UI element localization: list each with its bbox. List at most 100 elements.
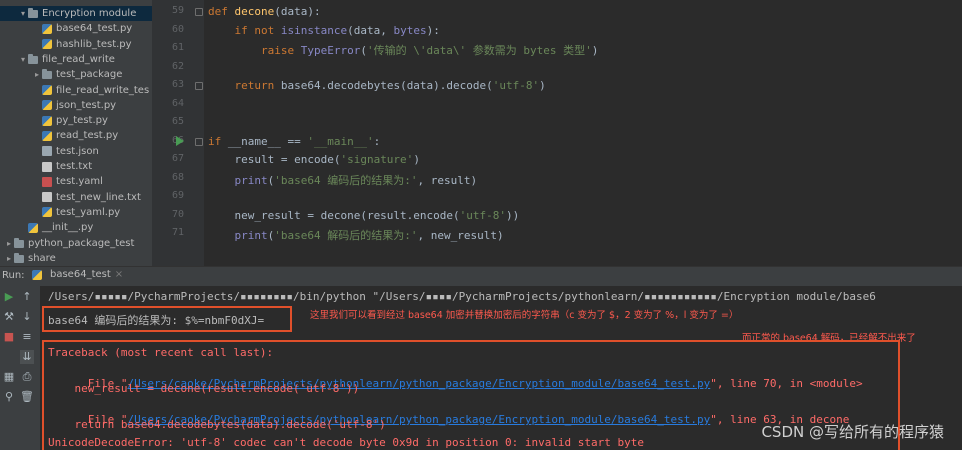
- tree-item[interactable]: __init__.py: [0, 220, 152, 235]
- code-token: raise: [208, 44, 301, 57]
- soft-wrap-icon[interactable]: ≡: [20, 330, 34, 344]
- run-tab-label: base64_test: [50, 269, 111, 280]
- tree-item-label: share: [28, 252, 56, 264]
- chevron-icon[interactable]: ▸: [4, 236, 14, 251]
- line-number: 62: [171, 60, 184, 72]
- up-arrow-icon[interactable]: ↑: [20, 290, 34, 304]
- console-encoded-result: base64 编码后的结果为: $%=nbmF0dXJ=: [48, 314, 265, 327]
- tree-item-label: hashlib_test.py: [56, 38, 132, 50]
- code-token: bytes: [393, 23, 427, 37]
- tree-item-label: file_read_write: [42, 53, 115, 65]
- text-file-icon: [42, 192, 52, 203]
- fold-marker-icon[interactable]: [195, 8, 203, 16]
- code-token: 'base64 解码后的结果为:': [274, 229, 418, 242]
- chevron-icon[interactable]: ▾: [18, 6, 28, 21]
- chevron-icon[interactable]: ▸: [4, 251, 14, 266]
- tree-item-label: test.json: [56, 145, 99, 157]
- line-number: 59: [171, 5, 184, 16]
- tree-item[interactable]: test_new_line.txt: [0, 190, 152, 205]
- code-token: (: [360, 44, 367, 57]
- code-line: return base64.decodebytes(data).decode('…: [208, 79, 546, 92]
- tree-item[interactable]: test_yaml.py: [0, 205, 152, 220]
- tree-item[interactable]: file_read_write_tes: [0, 83, 152, 98]
- code-token: def: [208, 5, 235, 18]
- watermark: CSDN @写给所有的程序猿: [761, 423, 944, 441]
- tree-item[interactable]: read_test.py: [0, 128, 152, 143]
- print-icon[interactable]: ⎙: [20, 370, 34, 384]
- code-token: result = encode(: [208, 153, 341, 166]
- close-icon[interactable]: ×: [115, 269, 123, 280]
- tree-item[interactable]: test.txt: [0, 159, 152, 174]
- folder-icon: [28, 8, 38, 18]
- rerun-icon[interactable]: ▶: [2, 290, 16, 304]
- tree-item[interactable]: ▸ share: [0, 251, 152, 266]
- tree-item[interactable]: base64_test.py: [0, 21, 152, 36]
- traceback-header: Traceback (most recent call last):: [48, 346, 274, 359]
- code-token: :: [373, 134, 381, 148]
- code-line: if __name__ == '__main__':: [208, 135, 380, 148]
- pin-icon[interactable]: ⚲: [2, 390, 16, 404]
- code-token: ): [539, 79, 546, 92]
- python-file-icon: [42, 207, 52, 218]
- code-token: 'utf-8': [459, 208, 507, 222]
- code-token: (data,: [347, 23, 394, 37]
- code-token: 'base64 编码后的结果为:': [274, 173, 418, 187]
- fold-marker-icon[interactable]: [195, 82, 203, 90]
- tree-item[interactable]: hashlib_test.py: [0, 37, 152, 52]
- code-line: new_result = decone(result.encode('utf-8…: [208, 209, 519, 222]
- tree-item[interactable]: json_test.py: [0, 98, 152, 113]
- run-label: Run:: [2, 270, 25, 281]
- code-token: new_result = decone(result.encode(: [208, 208, 460, 222]
- python-file-icon: [42, 39, 52, 50]
- run-tab[interactable]: base64_test ×: [32, 269, 123, 280]
- layout-icon[interactable]: ▦: [2, 370, 16, 384]
- tree-item-label: py_test.py: [56, 115, 108, 127]
- line-number: 65: [171, 116, 184, 127]
- tree-item[interactable]: test.yaml: [0, 174, 152, 189]
- code-line: print('base64 解码后的结果为:', new_result): [208, 227, 503, 243]
- code-token: ):: [426, 23, 440, 37]
- tree-item-label: python_package_test: [28, 237, 135, 249]
- wrench-icon[interactable]: ⚒: [2, 310, 16, 324]
- line-number: 67: [171, 153, 184, 164]
- tree-item-label: test.txt: [56, 161, 93, 172]
- code-line: if not isinstance(data, bytes):: [208, 23, 440, 37]
- code-token: ): [591, 44, 599, 57]
- trash-icon[interactable]: 🗑: [20, 390, 34, 404]
- tree-item[interactable]: ▾ Encryption module: [0, 6, 152, 21]
- chevron-icon[interactable]: ▸: [32, 67, 42, 82]
- tree-item[interactable]: ▸ python_package_test: [0, 236, 152, 251]
- folder-icon: [42, 69, 52, 80]
- line-number: 63: [171, 79, 184, 90]
- annotation-note-1: 这里我们可以看到经过 base64 加密并替换加密后的字符串（c 变为了 $，2…: [310, 310, 739, 321]
- code-token: base64.decodebytes(data).decode(: [280, 79, 493, 92]
- line-number: 64: [171, 97, 184, 109]
- stop-icon[interactable]: ■: [2, 330, 16, 344]
- tree-item[interactable]: test.json: [0, 144, 152, 159]
- fold-marker-icon[interactable]: [195, 137, 203, 146]
- tree-item[interactable]: py_test.py: [0, 113, 152, 128]
- python-file-icon: [42, 130, 52, 141]
- code-editor[interactable]: def decone(data): if not isinstance(data…: [204, 0, 962, 266]
- tree-item-label: file_read_write_tes: [56, 84, 150, 96]
- tree-item[interactable]: ▸ test_package: [0, 67, 152, 82]
- code-token: __name__ ==: [227, 134, 308, 148]
- project-tree: ▾ Encryption module base64_test.py hashlib_…: [0, 0, 152, 266]
- tree-item[interactable]: ▾ file_read_write: [0, 52, 152, 67]
- tree-item-label: test.yaml: [56, 176, 103, 188]
- code-token: '传输的 \'data\' 参数需为 bytes 类型': [366, 44, 592, 57]
- python-file-icon: [42, 115, 52, 126]
- down-arrow-icon[interactable]: ↓: [20, 310, 34, 324]
- run-toolbar: ▶ ↑ ⚒ ↓ ■ ≡ ⇊ ▦ ⎙ ⚲ 🗑: [0, 286, 40, 450]
- line-number: 61: [171, 42, 184, 53]
- tree-item-label: __init__.py: [42, 222, 94, 234]
- code-token: '__main__': [307, 134, 374, 148]
- chevron-icon[interactable]: ▾: [18, 52, 28, 67]
- traceback-code-2: return base64.decodebytes(data).decode('…: [48, 418, 386, 431]
- line-number: 69: [171, 190, 184, 201]
- scroll-to-end-icon[interactable]: ⇊: [20, 350, 34, 364]
- run-gutter-icon[interactable]: [176, 136, 184, 146]
- tree-item-label: base64_test.py: [56, 23, 133, 35]
- run-panel-header: Run: base64_test ×: [0, 266, 962, 286]
- code-line: print('base64 编码后的结果为:', result): [208, 172, 477, 188]
